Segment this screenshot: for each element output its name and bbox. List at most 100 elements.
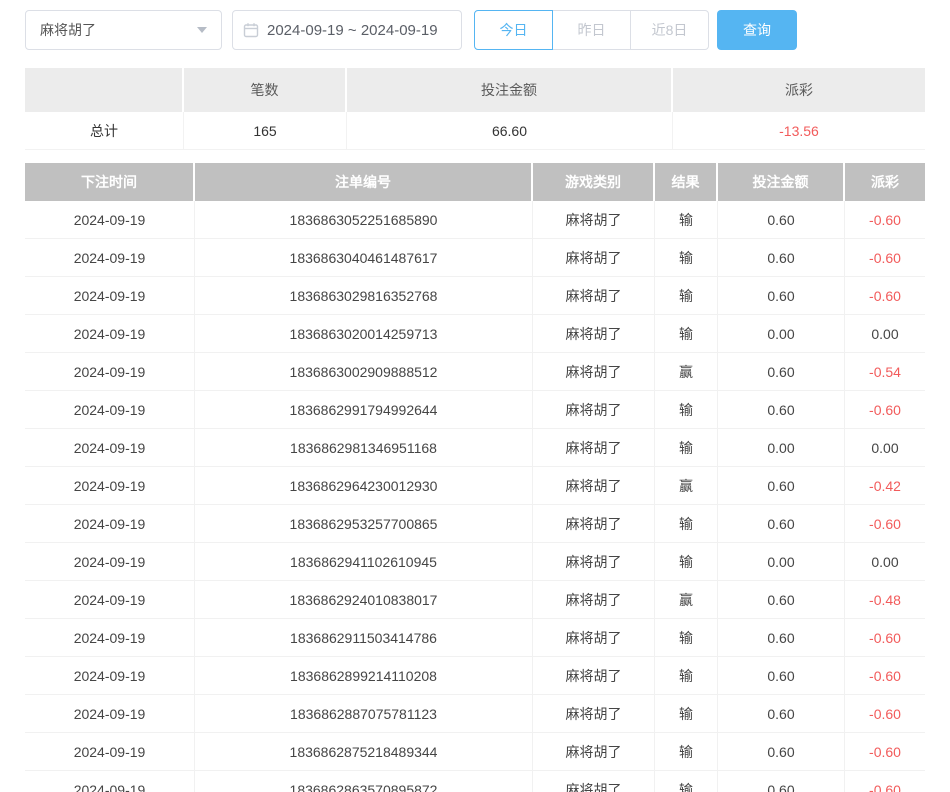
cell-bet-time: 2024-09-19	[25, 581, 195, 619]
table-row: 2024-09-19 1836863052251685890 麻将胡了 输 0.…	[25, 201, 925, 239]
cell-bet-time: 2024-09-19	[25, 429, 195, 467]
cell-bet-time: 2024-09-19	[25, 657, 195, 695]
cell-bet-time: 2024-09-19	[25, 391, 195, 429]
records-header-row: 下注时间 注单编号 游戏类别 结果 投注金额 派彩	[25, 163, 925, 201]
cell-order-id: 1836863002909888512	[195, 353, 533, 391]
cell-bet-amount: 0.60	[718, 733, 845, 771]
cell-payout: -0.60	[845, 771, 925, 792]
summary-count-value: 165	[184, 112, 347, 150]
date-range-input[interactable]: 2024-09-19 ~ 2024-09-19	[232, 10, 462, 50]
cell-bet-time: 2024-09-19	[25, 201, 195, 239]
cell-payout: -0.60	[845, 733, 925, 771]
cell-payout: -0.60	[845, 657, 925, 695]
cell-game-type: 麻将胡了	[533, 315, 655, 353]
cell-bet-amount: 0.00	[718, 315, 845, 353]
summary-table: 笔数 投注金额 派彩 总计 165 66.60 -13.56	[25, 68, 925, 150]
cell-bet-amount: 0.60	[718, 391, 845, 429]
table-row: 2024-09-19 1836863020014259713 麻将胡了 输 0.…	[25, 315, 925, 353]
cell-result: 输	[655, 315, 718, 353]
cell-payout: -0.60	[845, 201, 925, 239]
cell-game-type: 麻将胡了	[533, 657, 655, 695]
cell-bet-time: 2024-09-19	[25, 619, 195, 657]
cell-payout: 0.00	[845, 543, 925, 581]
cell-result: 输	[655, 695, 718, 733]
cell-payout: -0.60	[845, 277, 925, 315]
cell-result: 输	[655, 543, 718, 581]
table-row: 2024-09-19 1836862924010838017 麻将胡了 赢 0.…	[25, 581, 925, 619]
calendar-icon	[243, 22, 259, 38]
last-8-days-button[interactable]: 近8日	[630, 10, 709, 50]
cell-result: 输	[655, 619, 718, 657]
cell-payout: -0.60	[845, 239, 925, 277]
cell-bet-time: 2024-09-19	[25, 467, 195, 505]
cell-bet-amount: 0.60	[718, 353, 845, 391]
cell-order-id: 1836862981346951168	[195, 429, 533, 467]
summary-payout-value: -13.56	[673, 112, 925, 150]
cell-game-type: 麻将胡了	[533, 619, 655, 657]
cell-game-type: 麻将胡了	[533, 429, 655, 467]
table-row: 2024-09-19 1836863002909888512 麻将胡了 赢 0.…	[25, 353, 925, 391]
cell-bet-time: 2024-09-19	[25, 543, 195, 581]
cell-game-type: 麻将胡了	[533, 391, 655, 429]
summary-header-bet-amount: 投注金额	[347, 68, 673, 112]
cell-bet-amount: 0.60	[718, 581, 845, 619]
cell-payout: 0.00	[845, 315, 925, 353]
cell-game-type: 麻将胡了	[533, 581, 655, 619]
cell-payout: -0.54	[845, 353, 925, 391]
cell-order-id: 1836862887075781123	[195, 695, 533, 733]
cell-order-id: 1836862964230012930	[195, 467, 533, 505]
header-bet-time: 下注时间	[25, 163, 195, 201]
cell-bet-time: 2024-09-19	[25, 695, 195, 733]
cell-bet-amount: 0.60	[718, 771, 845, 792]
bet-records-table: 下注时间 注单编号 游戏类别 结果 投注金额 派彩 2024-09-19 183…	[25, 163, 925, 792]
cell-result: 输	[655, 657, 718, 695]
cell-result: 输	[655, 239, 718, 277]
yesterday-button[interactable]: 昨日	[552, 10, 631, 50]
table-row: 2024-09-19 1836862887075781123 麻将胡了 输 0.…	[25, 695, 925, 733]
cell-bet-amount: 0.00	[718, 543, 845, 581]
cell-bet-time: 2024-09-19	[25, 315, 195, 353]
cell-result: 输	[655, 771, 718, 792]
cell-payout: -0.60	[845, 695, 925, 733]
header-game-type: 游戏类别	[533, 163, 655, 201]
header-result: 结果	[655, 163, 718, 201]
cell-order-id: 1836863029816352768	[195, 277, 533, 315]
cell-game-type: 麻将胡了	[533, 695, 655, 733]
cell-bet-amount: 0.00	[718, 429, 845, 467]
header-payout: 派彩	[845, 163, 925, 201]
chevron-down-icon	[197, 27, 207, 33]
quick-range-button-group: 今日 昨日 近8日	[474, 10, 709, 50]
cell-result: 赢	[655, 581, 718, 619]
header-order-id: 注单编号	[195, 163, 533, 201]
cell-game-type: 麻将胡了	[533, 277, 655, 315]
cell-order-id: 1836863040461487617	[195, 239, 533, 277]
cell-result: 输	[655, 277, 718, 315]
table-row: 2024-09-19 1836862964230012930 麻将胡了 赢 0.…	[25, 467, 925, 505]
table-row: 2024-09-19 1836862875218489344 麻将胡了 输 0.…	[25, 733, 925, 771]
cell-bet-amount: 0.60	[718, 201, 845, 239]
cell-bet-time: 2024-09-19	[25, 771, 195, 792]
cell-payout: -0.60	[845, 619, 925, 657]
cell-game-type: 麻将胡了	[533, 771, 655, 792]
cell-payout: 0.00	[845, 429, 925, 467]
cell-result: 赢	[655, 467, 718, 505]
cell-result: 输	[655, 733, 718, 771]
query-button[interactable]: 查询	[717, 10, 797, 50]
cell-game-type: 麻将胡了	[533, 353, 655, 391]
cell-order-id: 1836862863570895872	[195, 771, 533, 792]
table-row: 2024-09-19 1836862863570895872 麻将胡了 输 0.…	[25, 771, 925, 792]
game-select[interactable]: 麻将胡了	[25, 10, 222, 50]
cell-result: 输	[655, 201, 718, 239]
today-button[interactable]: 今日	[474, 10, 553, 50]
date-range-value: 2024-09-19 ~ 2024-09-19	[267, 22, 438, 39]
summary-header-row: 笔数 投注金额 派彩	[25, 68, 925, 112]
cell-order-id: 1836862911503414786	[195, 619, 533, 657]
cell-bet-time: 2024-09-19	[25, 353, 195, 391]
cell-bet-time: 2024-09-19	[25, 239, 195, 277]
cell-order-id: 1836862991794992644	[195, 391, 533, 429]
cell-order-id: 1836862924010838017	[195, 581, 533, 619]
summary-header-count: 笔数	[184, 68, 347, 112]
cell-payout: -0.42	[845, 467, 925, 505]
cell-bet-time: 2024-09-19	[25, 505, 195, 543]
table-row: 2024-09-19 1836862981346951168 麻将胡了 输 0.…	[25, 429, 925, 467]
